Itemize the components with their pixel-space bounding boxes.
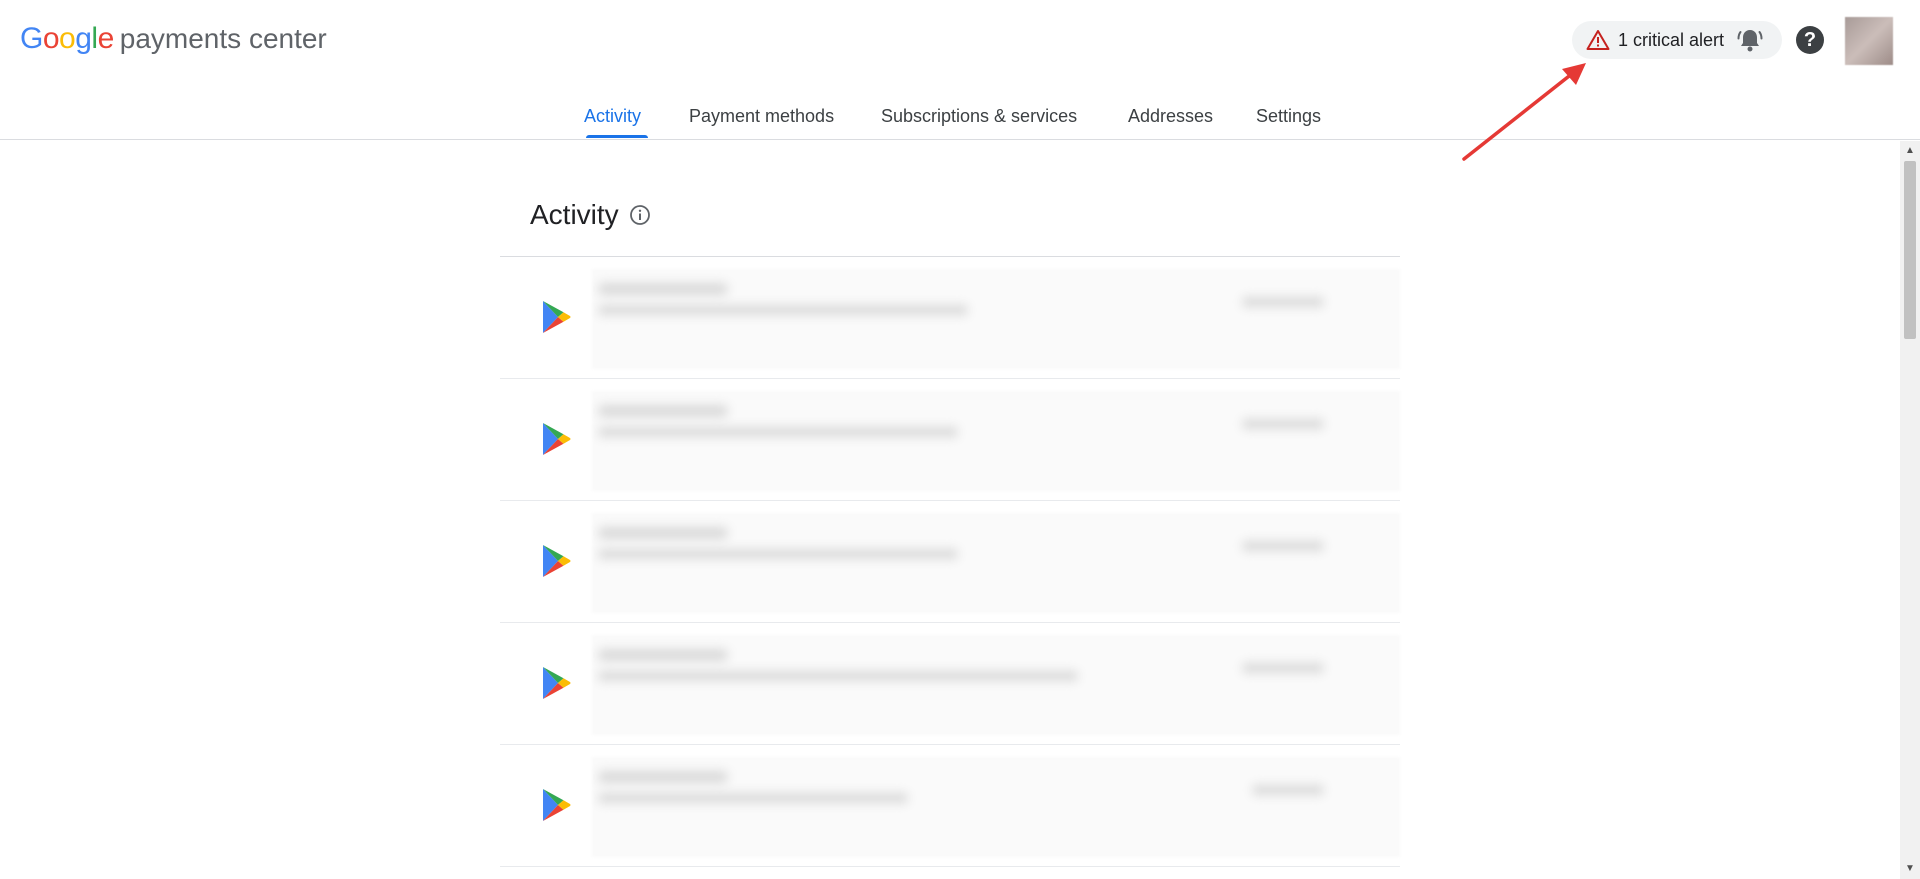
app-header: Google payments center 1 critical alert … xyxy=(0,0,1920,140)
tab-activity[interactable]: Activity xyxy=(584,106,641,127)
activity-row[interactable] xyxy=(500,379,1400,501)
warning-triangle-icon xyxy=(1586,30,1610,50)
page-title: Activity xyxy=(530,199,651,231)
redacted-transaction-details xyxy=(592,391,1400,491)
tab-settings[interactable]: Settings xyxy=(1256,106,1321,127)
main-tabs: Activity Payment methods Subscriptions &… xyxy=(0,100,1920,140)
active-tab-indicator xyxy=(586,135,648,138)
redacted-transaction-details xyxy=(592,635,1400,735)
product-name: payments center xyxy=(119,23,327,54)
redacted-transaction-details xyxy=(592,269,1400,369)
avatar[interactable] xyxy=(1845,17,1893,65)
bell-ringing-icon xyxy=(1737,30,1763,52)
scroll-down-arrow-icon[interactable]: ▼ xyxy=(1904,863,1916,875)
activity-row[interactable] xyxy=(500,257,1400,379)
payments-center-page: Google payments center 1 critical alert … xyxy=(0,0,1920,879)
google-play-icon xyxy=(543,545,571,577)
redacted-transaction-details xyxy=(592,513,1400,613)
activity-row[interactable] xyxy=(500,745,1400,867)
tab-payment-methods[interactable]: Payment methods xyxy=(689,106,834,127)
critical-alert-chip[interactable]: 1 critical alert xyxy=(1572,21,1783,59)
google-play-icon xyxy=(543,789,571,821)
redacted-transaction-details xyxy=(592,757,1400,857)
main-content: Activity xyxy=(0,141,1900,879)
info-icon[interactable] xyxy=(629,204,651,226)
critical-alert-label: 1 critical alert xyxy=(1618,29,1725,50)
activity-heading: Activity xyxy=(530,199,619,230)
google-play-icon xyxy=(543,301,571,333)
help-circle-icon: ? xyxy=(1803,28,1817,51)
help-button[interactable]: ? xyxy=(1796,26,1824,54)
google-play-icon xyxy=(543,423,571,455)
activity-row[interactable] xyxy=(500,501,1400,623)
google-payments-logo[interactable]: Google payments center xyxy=(20,22,327,62)
vertical-scrollbar[interactable]: ▲ ▼ xyxy=(1900,141,1920,879)
google-wordmark: Google xyxy=(20,22,114,55)
tab-addresses[interactable]: Addresses xyxy=(1128,106,1213,127)
google-play-icon xyxy=(543,667,571,699)
scroll-up-arrow-icon[interactable]: ▲ xyxy=(1904,145,1916,157)
scroll-thumb[interactable] xyxy=(1904,161,1916,339)
activity-row[interactable] xyxy=(500,623,1400,745)
tab-subscriptions-services[interactable]: Subscriptions & services xyxy=(881,106,1077,127)
